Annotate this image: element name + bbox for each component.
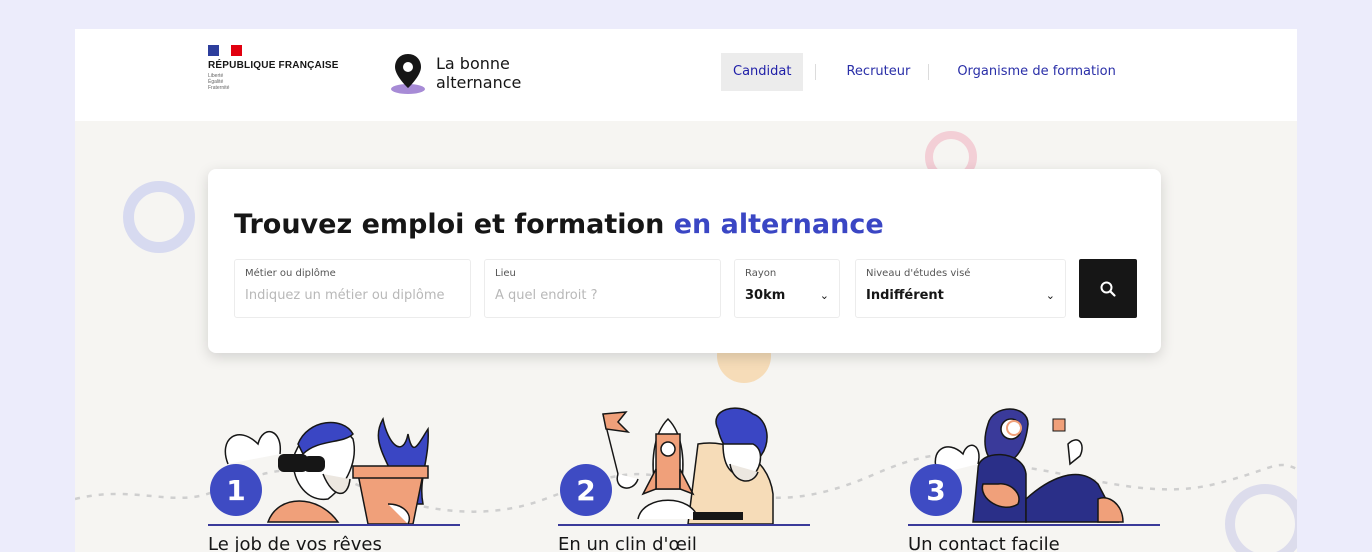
main-nav: Candidat Recruteur Organisme de formatio… bbox=[721, 53, 1128, 91]
step-2: 2 En un clin d'œil bbox=[558, 404, 810, 552]
location-pin-icon bbox=[391, 54, 425, 94]
job-field-label: Métier ou diplôme bbox=[245, 268, 336, 279]
step-title: En un clin d'œil bbox=[558, 534, 697, 552]
radius-value: 30km bbox=[745, 288, 786, 303]
page: RÉPUBLIQUE FRANÇAISE Liberté Égalité Fra… bbox=[75, 29, 1297, 552]
nav-item-organisme-de-formation[interactable]: Organisme de formation bbox=[945, 53, 1128, 91]
republique-francaise-logo[interactable]: RÉPUBLIQUE FRANÇAISE Liberté Égalité Fra… bbox=[208, 45, 339, 91]
step-underline bbox=[908, 524, 1160, 526]
title-accent: en alternance bbox=[673, 209, 884, 240]
job-field[interactable]: Métier ou diplôme Indiquez un métier ou … bbox=[234, 259, 471, 318]
step-number-badge: 1 bbox=[210, 464, 262, 516]
french-flag-icon bbox=[208, 45, 242, 56]
step-1: 1 Le job de vos rêves bbox=[208, 404, 460, 552]
step-3: 3 Un contact facile bbox=[908, 404, 1160, 552]
study-level-select[interactable]: Niveau d'études visé Indifférent ⌄ bbox=[855, 259, 1066, 318]
nav-divider bbox=[928, 64, 930, 80]
nav-divider bbox=[815, 64, 817, 80]
job-input[interactable]: Indiquez un métier ou diplôme bbox=[245, 288, 460, 303]
search-button[interactable] bbox=[1079, 259, 1137, 318]
republic-motto-3: Fraternité bbox=[208, 85, 230, 91]
nav-item-candidat[interactable]: Candidat bbox=[721, 53, 804, 91]
brand-name: La bonne alternance bbox=[436, 54, 521, 92]
step-underline bbox=[208, 524, 460, 526]
place-input[interactable]: A quel endroit ? bbox=[495, 288, 710, 303]
step-title: Le job de vos rêves bbox=[208, 534, 382, 552]
step-title: Un contact facile bbox=[908, 534, 1060, 552]
nav-item-recruteur[interactable]: Recruteur bbox=[834, 53, 922, 91]
la-bonne-alternance-logo[interactable]: La bonne alternance bbox=[390, 51, 521, 95]
study-level-label: Niveau d'études visé bbox=[866, 268, 971, 279]
search-card: Trouvez emploi et formation en alternanc… bbox=[208, 169, 1161, 353]
site-header: RÉPUBLIQUE FRANÇAISE Liberté Égalité Fra… bbox=[75, 29, 1297, 121]
title-main: Trouvez emploi et formation bbox=[234, 209, 665, 240]
step-number-badge: 2 bbox=[560, 464, 612, 516]
chevron-down-icon: ⌄ bbox=[1045, 289, 1055, 302]
study-level-value: Indifférent bbox=[866, 288, 944, 303]
step-number-badge: 3 bbox=[910, 464, 962, 516]
radius-select[interactable]: Rayon 30km ⌄ bbox=[734, 259, 840, 318]
search-icon bbox=[1100, 281, 1116, 297]
place-field[interactable]: Lieu A quel endroit ? bbox=[484, 259, 721, 318]
brand-line-2: alternance bbox=[436, 73, 522, 92]
page-title: Trouvez emploi et formation en alternanc… bbox=[234, 209, 884, 240]
chevron-down-icon: ⌄ bbox=[819, 289, 829, 302]
radius-label: Rayon bbox=[745, 268, 777, 279]
place-field-label: Lieu bbox=[495, 268, 516, 279]
step-underline bbox=[558, 524, 810, 526]
republic-title: RÉPUBLIQUE FRANÇAISE bbox=[208, 60, 339, 71]
brand-line-1: La bonne bbox=[436, 54, 510, 73]
